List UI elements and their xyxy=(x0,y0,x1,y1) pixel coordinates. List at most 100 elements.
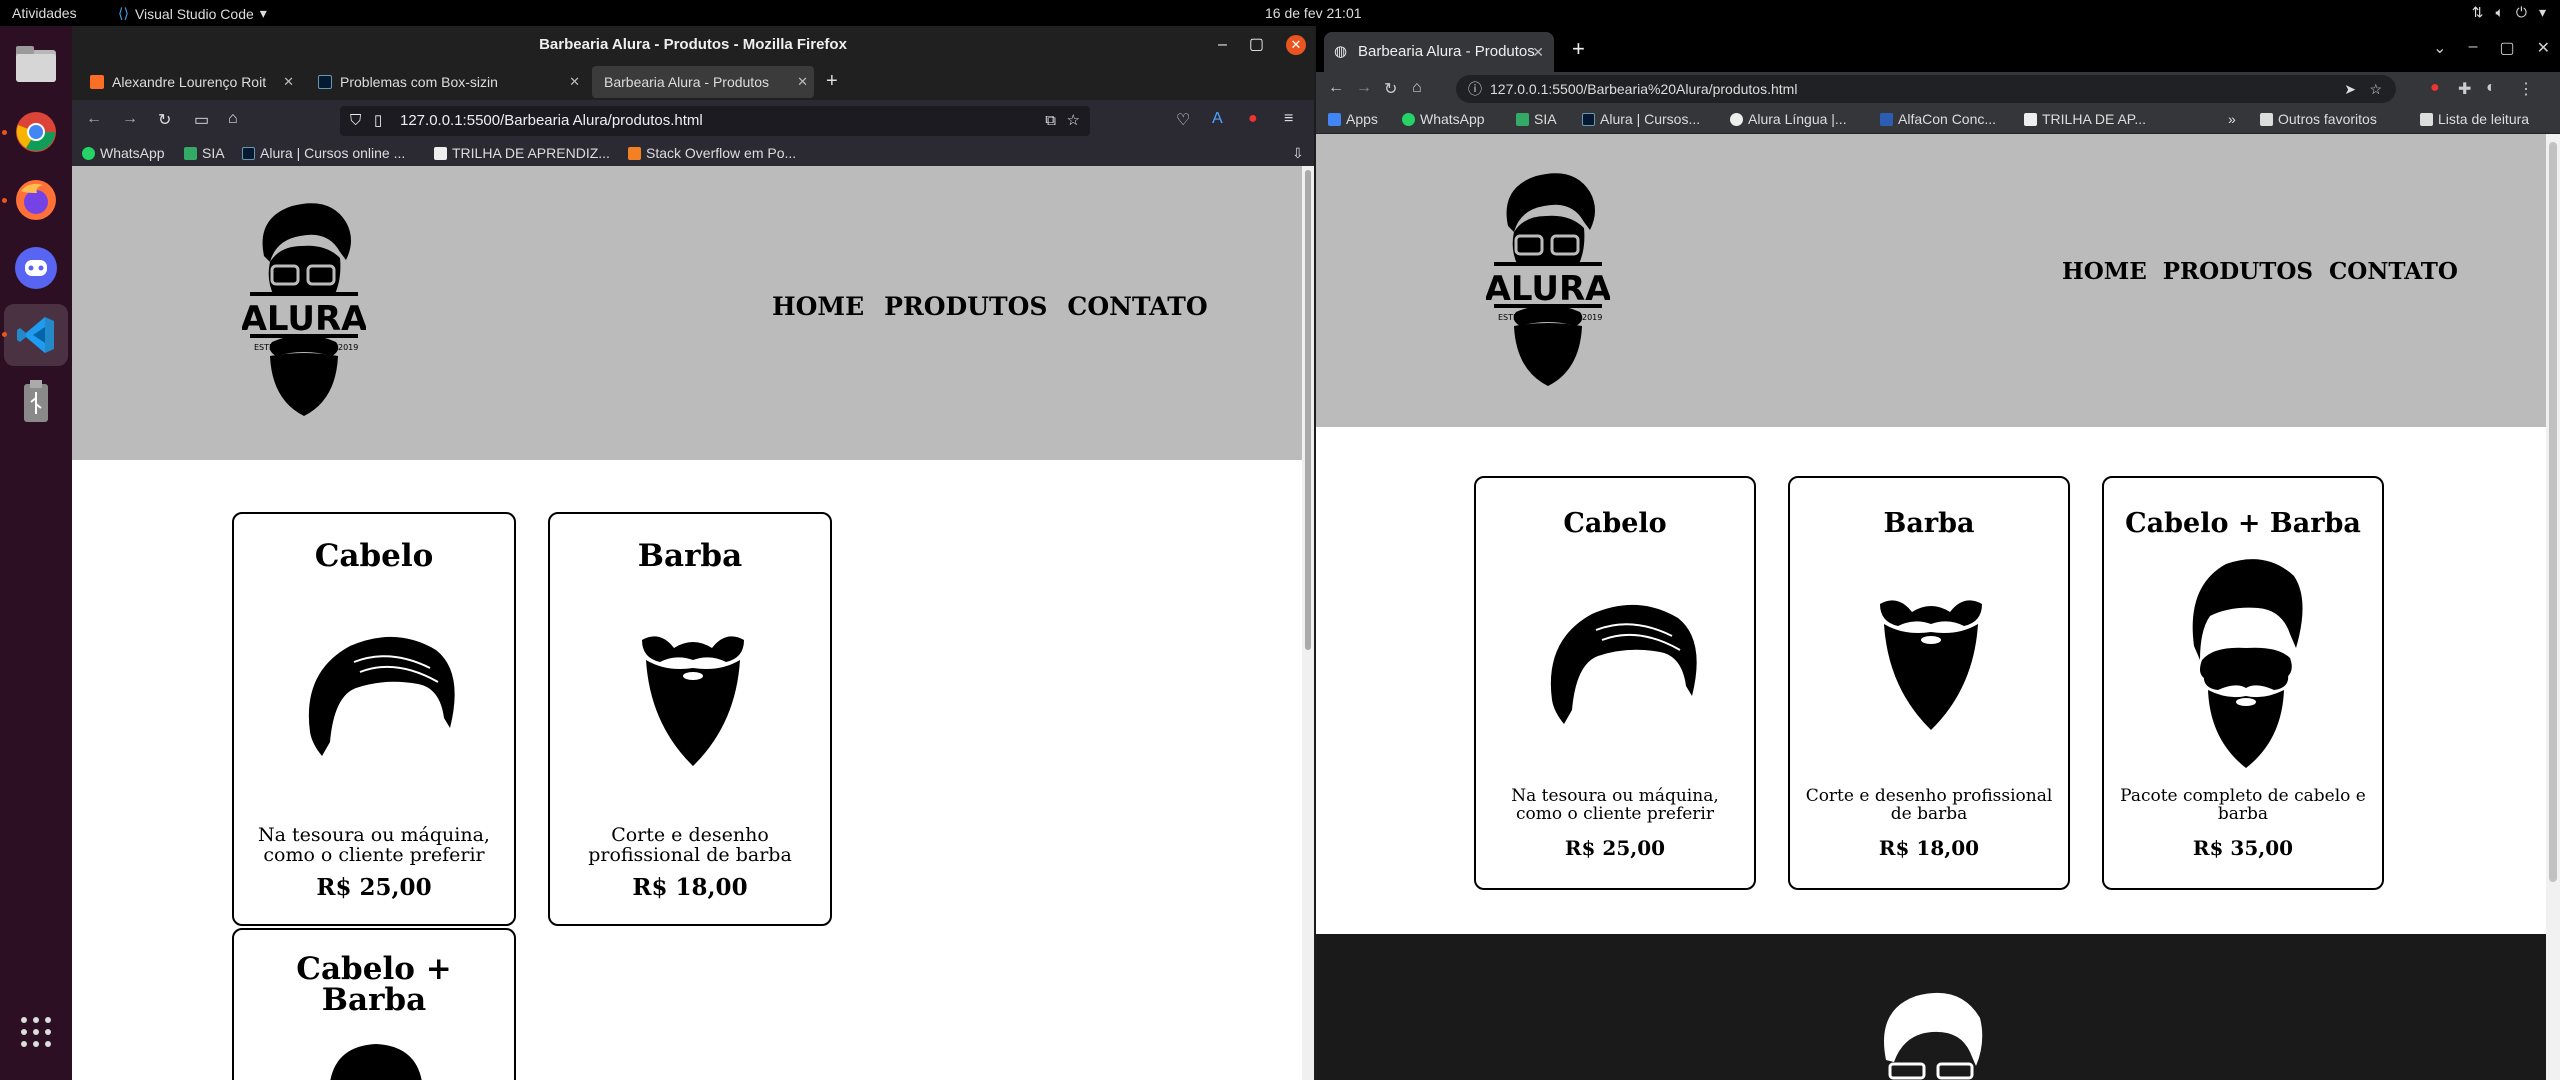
bookmark-item[interactable]: WhatsApp xyxy=(82,145,165,161)
alura-logo[interactable]: ALURA ESTD 2019 xyxy=(241,200,368,423)
extensions-puzzle-icon[interactable]: ✚ xyxy=(2458,79,2471,99)
alura-lingua-icon xyxy=(1730,113,1743,126)
bookmark-label: Alura | Cursos online ... xyxy=(260,145,406,161)
bookmark-item[interactable]: Alura | Cursos online ... xyxy=(242,145,405,161)
nav-contato-link[interactable]: CONTATO xyxy=(2329,258,2458,285)
bookmark-item[interactable]: SIA xyxy=(1516,111,1557,127)
bookmark-item[interactable]: TRILHA DE AP... xyxy=(2024,111,2146,127)
chrome-page-viewport: ALURA ESTD 2019 HOME PRODUTOS CONTATO Ca… xyxy=(1316,134,2560,1080)
close-tab-icon[interactable]: ✕ xyxy=(1532,32,1544,72)
bookmark-star-icon[interactable]: ☆ xyxy=(1067,106,1080,136)
more-bookmarks-chevron[interactable]: » xyxy=(2228,111,2236,127)
scroll-thumb[interactable] xyxy=(2549,142,2557,882)
bookmark-item[interactable]: Apps xyxy=(1328,111,1378,127)
new-tab-button[interactable]: + xyxy=(826,70,838,93)
bookmark-item[interactable]: WhatsApp xyxy=(1402,111,1485,127)
close-button[interactable]: ✕ xyxy=(1286,35,1306,55)
reload-icon[interactable]: ↻ xyxy=(1384,79,1397,99)
system-tray[interactable]: ⇅ 🔈︎ ⏻ ▾ xyxy=(2472,4,2546,21)
other-bookmarks[interactable]: Outros favoritos xyxy=(2260,111,2377,127)
menu-icon[interactable]: ≡ xyxy=(1284,110,1293,128)
app-menu[interactable]: ⟨⟩ Visual Studio Code ▾ xyxy=(118,5,267,22)
product-card-cabelo-barba: Cabelo + Barba xyxy=(232,928,516,1080)
home-icon[interactable]: ⌂ xyxy=(228,110,238,128)
extension-red-icon[interactable]: ● xyxy=(2430,79,2440,97)
minimize-button[interactable]: – xyxy=(2469,38,2478,58)
chrome-scrollbar[interactable] xyxy=(2546,134,2560,1080)
bookmark-label: Stack Overflow em Po... xyxy=(646,145,797,161)
close-button[interactable]: ✕ xyxy=(2537,38,2550,58)
back-arrow-icon[interactable]: ← xyxy=(1328,79,1344,97)
nav-produtos-link[interactable]: PRODUTOS xyxy=(2163,258,2313,285)
forward-arrow-icon[interactable]: → xyxy=(122,110,138,128)
bookmark-label: Outros favoritos xyxy=(2278,111,2377,127)
tab-search-icon[interactable]: ⌄ xyxy=(2433,38,2446,58)
firefox-icon[interactable] xyxy=(2,176,60,224)
vivaldi-extension-icon[interactable]: ● xyxy=(1248,110,1258,128)
pocket-icon[interactable]: ♡ xyxy=(1176,110,1190,130)
bookmark-item[interactable]: Alura Língua |... xyxy=(1730,111,1847,127)
info-icon[interactable]: ⓘ xyxy=(1468,75,1482,103)
discord-icon[interactable] xyxy=(12,244,60,292)
clock[interactable]: 16 de fev 21:01 xyxy=(1265,5,1362,21)
bookmark-item[interactable]: TRILHA DE APRENDIZ... xyxy=(434,145,610,161)
sidebar-icon[interactable]: ▭ xyxy=(194,110,209,130)
maximize-button[interactable]: ▢ xyxy=(2499,38,2514,58)
nav-home-link[interactable]: HOME xyxy=(772,292,864,321)
nav-home-link[interactable]: HOME xyxy=(2062,258,2147,285)
bookmark-label: WhatsApp xyxy=(100,145,165,161)
reload-icon[interactable]: ↻ xyxy=(158,110,171,130)
bookmark-item[interactable]: SIA xyxy=(184,145,225,161)
tab-alura-forum[interactable]: Problemas com Box-sizin ✕ xyxy=(306,66,586,98)
tab-barbearia[interactable]: ◍ Barbearia Alura - Produtos ✕ xyxy=(1324,32,1554,72)
back-arrow-icon[interactable]: ← xyxy=(86,110,102,128)
home-icon[interactable]: ⌂ xyxy=(1412,79,1422,97)
nav-contato-link[interactable]: CONTATO xyxy=(1067,292,1207,321)
bookmark-item[interactable]: Alura | Cursos... xyxy=(1582,111,1700,127)
bookmark-item[interactable]: AlfaCon Conc... xyxy=(1880,111,1996,127)
nav-produtos-link[interactable]: PRODUTOS xyxy=(884,292,1047,321)
chrome-menu-icon[interactable]: ⋮ xyxy=(2518,79,2534,99)
product-description: Pacote completo de cabelo e barba xyxy=(2120,786,2366,824)
vscode-icon[interactable] xyxy=(2,304,68,366)
maximize-button[interactable]: ▢ xyxy=(1249,26,1264,64)
alura-logo[interactable]: ALURA ESTD 2019 xyxy=(1485,170,1612,393)
site-footer xyxy=(1316,934,2546,1080)
forward-arrow-icon[interactable]: → xyxy=(1356,79,1372,97)
show-apps-icon[interactable] xyxy=(12,1008,60,1056)
product-price: R$ 18,00 xyxy=(1878,836,1980,860)
close-tab-icon[interactable]: ✕ xyxy=(283,66,294,98)
svg-text:ALURA: ALURA xyxy=(1486,269,1610,309)
volume-icon: 🔈︎ xyxy=(2495,4,2504,20)
bookmarks-menu-icon[interactable]: ⇩ xyxy=(1292,145,1304,162)
activities-button[interactable]: Atividades xyxy=(12,5,77,21)
tab-label: Barbearia Alura - Produtos xyxy=(604,74,769,90)
bookmark-star-icon[interactable]: ☆ xyxy=(2369,75,2382,103)
minimize-button[interactable]: – xyxy=(1218,26,1227,64)
translate-extension-icon[interactable]: A xyxy=(1212,110,1223,128)
close-tab-icon[interactable]: ✕ xyxy=(569,66,580,98)
firefox-scrollbar[interactable] xyxy=(1302,166,1314,1080)
files-icon[interactable] xyxy=(12,40,60,88)
translate-icon[interactable]: ⧉ xyxy=(1045,106,1056,136)
close-tab-icon[interactable]: ✕ xyxy=(797,66,808,98)
bookmark-label: Alura | Cursos... xyxy=(1600,111,1701,127)
url-bar[interactable]: ⛉ ▯ 127.0.0.1:5500/Barbearia Alura/produ… xyxy=(340,106,1090,136)
omnibox[interactable]: ⓘ 127.0.0.1:5500/Barbearia%20Alura/produ… xyxy=(1456,75,2396,103)
reading-list[interactable]: Lista de leitura xyxy=(2420,111,2529,127)
send-icon[interactable]: ➤ xyxy=(2344,75,2356,103)
tab-gitlab[interactable]: Alexandre Lourenço Roit ✕ xyxy=(78,66,300,98)
usb-drive-icon[interactable] xyxy=(12,378,60,426)
new-tab-button[interactable]: + xyxy=(1572,36,1585,62)
bookmark-label: AlfaCon Conc... xyxy=(1898,111,1997,127)
tab-barbearia[interactable]: Barbearia Alura - Produtos ✕ xyxy=(592,66,814,98)
chrome-icon[interactable] xyxy=(2,108,60,156)
shield-icon[interactable]: ⛉ xyxy=(350,106,361,136)
site-nav: HOME PRODUTOS CONTATO xyxy=(772,292,1208,321)
scroll-thumb[interactable] xyxy=(1305,170,1311,650)
bookmark-item[interactable]: Stack Overflow em Po... xyxy=(628,145,796,161)
product-price: R$ 18,00 xyxy=(632,874,748,901)
firefox-titlebar[interactable]: Barbearia Alura - Produtos - Mozilla Fir… xyxy=(72,26,1314,64)
chrome-window: ◍ Barbearia Alura - Produtos ✕ + ⌄ – ▢ ✕… xyxy=(1316,26,2560,1080)
profile-avatar[interactable]: ◐ xyxy=(2486,79,2496,97)
